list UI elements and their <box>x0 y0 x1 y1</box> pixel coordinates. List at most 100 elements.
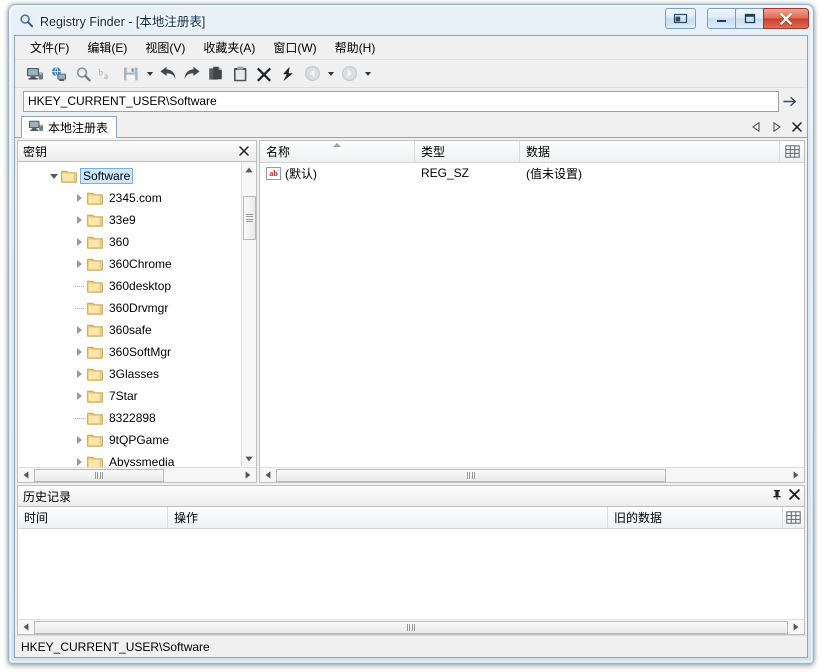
local-computer-icon[interactable] <box>23 62 47 86</box>
history-column-header[interactable]: 时间 <box>18 507 168 528</box>
maximize-button[interactable] <box>735 8 764 29</box>
menu-edit[interactable]: 编辑(E) <box>78 36 136 59</box>
menu-favorites[interactable]: 收藏夹(A) <box>194 36 264 59</box>
paste-icon[interactable] <box>228 62 252 86</box>
save-dropdown-arrow[interactable] <box>143 62 156 86</box>
history-column-header[interactable]: 旧的数据 <box>608 507 783 528</box>
tree-item-label: 360safe <box>106 322 155 338</box>
tree-expander-icon[interactable] <box>72 209 87 231</box>
history-column-header[interactable]: 操作 <box>168 507 608 528</box>
refresh-icon[interactable] <box>276 62 300 86</box>
back-dropdown-arrow[interactable] <box>324 62 337 86</box>
history-hscroll-thumb[interactable] <box>34 621 788 634</box>
folder-icon <box>87 367 103 381</box>
scroll-down-arrow[interactable] <box>242 451 257 467</box>
search-icon[interactable] <box>71 62 95 86</box>
values-grid-icon[interactable] <box>780 141 804 162</box>
keys-pane-close-icon[interactable] <box>237 144 251 158</box>
tab-strip: 本地注册表 <box>15 114 807 138</box>
values-scroll-right-arrow[interactable] <box>788 468 804 483</box>
tree-expander-icon[interactable] <box>72 231 87 253</box>
tree-item[interactable]: 9tQPGame <box>18 429 241 451</box>
tree-item-label: 360desktop <box>106 278 174 294</box>
tree-item[interactable]: 8322898 <box>18 407 241 429</box>
mdi-restore-button[interactable] <box>665 8 696 29</box>
history-close-icon[interactable] <box>789 489 800 503</box>
tree-expander-icon[interactable] <box>72 429 87 451</box>
tree-vertical-scrollbar[interactable] <box>241 162 256 467</box>
tree-item[interactable]: 33e9 <box>18 209 241 231</box>
scroll-up-arrow[interactable] <box>242 162 257 178</box>
tree-expander-icon[interactable] <box>72 187 87 209</box>
triangle-right-icon[interactable] <box>770 120 783 134</box>
scroll-left-arrow[interactable] <box>18 468 34 483</box>
svg-text:a: a <box>104 71 108 81</box>
address-input[interactable]: HKEY_CURRENT_USER\Software <box>23 91 779 112</box>
tab-local-registry[interactable]: 本地注册表 <box>21 116 117 138</box>
folder-icon <box>87 191 103 205</box>
values-hscroll-thumb[interactable] <box>276 469 666 482</box>
history-scroll-right-arrow[interactable] <box>788 620 804 635</box>
values-column-header[interactable]: 名称 <box>260 141 415 162</box>
menu-window[interactable]: 窗口(W) <box>264 36 325 59</box>
delete-icon[interactable] <box>252 62 276 86</box>
triangle-left-icon[interactable] <box>750 120 763 134</box>
remote-computer-icon[interactable] <box>47 62 71 86</box>
registry-tree[interactable]: Software 2345.com 33e9360360Chrome 360deskt… <box>18 162 241 467</box>
tree-expander-icon[interactable] <box>72 341 87 363</box>
tree-expander-icon[interactable] <box>72 253 87 275</box>
forward-dropdown-arrow[interactable] <box>361 62 374 86</box>
undo-icon[interactable] <box>156 62 180 86</box>
tree-item-label: 2345.com <box>106 190 165 206</box>
values-column-label: 数据 <box>526 143 550 160</box>
menu-file[interactable]: 文件(F) <box>21 36 78 59</box>
tree-item[interactable]: 360Drvmgr <box>18 297 241 319</box>
svg-text:b: b <box>99 67 104 77</box>
scroll-right-arrow[interactable] <box>240 468 256 483</box>
tree-item[interactable]: Abyssmedia <box>18 451 241 467</box>
values-column-header[interactable]: 数据 <box>520 141 780 162</box>
tree-expander-icon[interactable] <box>72 451 87 467</box>
history-horizontal-scrollbar[interactable] <box>18 619 804 634</box>
magnifier-icon <box>17 11 35 29</box>
tree-item[interactable]: 360SoftMgr <box>18 341 241 363</box>
back-icon[interactable] <box>300 62 324 86</box>
menu-help[interactable]: 帮助(H) <box>326 36 385 59</box>
replace-icon[interactable]: b a <box>95 62 119 86</box>
values-rows[interactable]: ab(默认)REG_SZ(值未设置) <box>260 163 804 183</box>
tree-expander-icon[interactable] <box>72 363 87 385</box>
history-scroll-left-arrow[interactable] <box>18 620 34 635</box>
value-row[interactable]: ab(默认)REG_SZ(值未设置) <box>260 163 804 183</box>
redo-icon[interactable] <box>180 62 204 86</box>
tree-item[interactable]: 7Star <box>18 385 241 407</box>
history-column-label: 时间 <box>24 509 48 526</box>
tab-close-icon[interactable] <box>790 120 803 134</box>
tree-expander-icon[interactable] <box>72 385 87 407</box>
tree-hscroll-thumb[interactable] <box>34 469 164 482</box>
tree-item[interactable]: Software <box>18 165 241 187</box>
close-button[interactable] <box>763 8 809 29</box>
tree-item[interactable]: 360 <box>18 231 241 253</box>
tree-item[interactable]: 360safe <box>18 319 241 341</box>
minimize-button[interactable] <box>707 8 736 29</box>
tree-scroll-thumb[interactable] <box>243 196 256 240</box>
tree-item[interactable]: 360desktop <box>18 275 241 297</box>
tree-horizontal-scrollbar[interactable] <box>18 467 256 482</box>
forward-icon[interactable] <box>337 62 361 86</box>
keys-pane-header: 密钥 <box>17 140 257 161</box>
history-grid-icon[interactable] <box>783 507 804 528</box>
values-column-header[interactable]: 类型 <box>415 141 520 162</box>
pin-icon[interactable] <box>772 489 782 503</box>
values-scroll-left-arrow[interactable] <box>260 468 276 483</box>
copy-icon[interactable] <box>204 62 228 86</box>
menu-view[interactable]: 视图(V) <box>136 36 194 59</box>
window-controls <box>666 8 809 29</box>
tree-item[interactable]: 360Chrome <box>18 253 241 275</box>
tree-expander-icon[interactable] <box>46 165 61 187</box>
address-go-icon[interactable] <box>779 91 801 112</box>
tree-item[interactable]: 3Glasses <box>18 363 241 385</box>
values-horizontal-scrollbar[interactable] <box>260 467 804 482</box>
save-icon[interactable] <box>119 62 143 86</box>
tree-item[interactable]: 2345.com <box>18 187 241 209</box>
tree-expander-icon[interactable] <box>72 319 87 341</box>
